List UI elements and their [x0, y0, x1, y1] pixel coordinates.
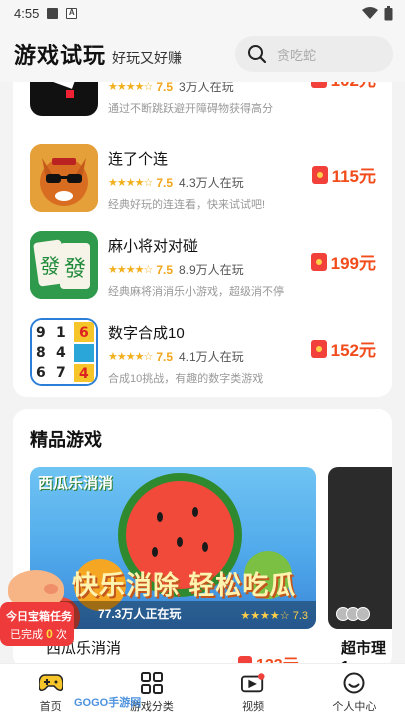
rating-stars: ★★★★☆	[108, 264, 153, 276]
svg-text:8: 8	[36, 345, 46, 361]
search-box[interactable]: 贪吃蛇	[235, 36, 393, 72]
game-meta: ★★★★☆ 7.5 4.3万人在玩	[108, 174, 244, 191]
task-title: 今日宝箱任务	[6, 611, 72, 623]
banner-player-count: 77.3万人正在玩	[98, 607, 182, 621]
reward: 152元	[310, 336, 376, 361]
reward: 102元	[310, 82, 376, 91]
svg-text:1: 1	[56, 325, 66, 341]
gamepad-icon	[38, 671, 63, 695]
reward-amount: 115元	[331, 167, 376, 186]
player-count: 4.1万人在玩	[179, 350, 244, 364]
svg-text:發: 發	[64, 257, 86, 282]
red-packet-icon	[311, 165, 328, 184]
game-description: 经典麻将消消乐小游戏，超级消不停	[108, 286, 284, 298]
game-row[interactable]: 91846764 数字合成10 ★★★★☆ 7.5 4.1万人在玩 合成10挑战…	[13, 314, 392, 386]
search-placeholder: 贪吃蛇	[277, 47, 317, 63]
game-thumbnail: 發發	[30, 231, 98, 299]
game-thumbnail: 91846764	[30, 318, 98, 386]
banner-game-title: 西瓜乐消消	[38, 475, 114, 492]
task-progress: 已完成 0 次	[10, 626, 67, 642]
game-row[interactable]: 發發 麻小将对对碰 ★★★★☆ 7.5 8.9万人在玩 经典麻将消消乐小游戏，超…	[13, 227, 392, 299]
player-avatars	[336, 607, 370, 621]
tab-label: 视频	[242, 701, 265, 713]
task-box: 今日宝箱任务 已完成 0 次	[0, 602, 74, 646]
rating-value: 7.5	[156, 262, 173, 277]
player-count: 4.3万人在玩	[179, 176, 244, 190]
game-row[interactable]: 连了个连 ★★★★☆ 7.5 4.3万人在玩 经典好玩的连连看，快来试试吧! 1…	[13, 140, 392, 212]
task-progress-suffix: 次	[55, 629, 67, 641]
game-meta: ★★★★☆ 7.5 4.1万人在玩	[108, 348, 244, 365]
red-packet-icon	[310, 252, 327, 271]
banner-headline: 快乐消除 轻松吃瓜	[72, 570, 297, 600]
battery-icon	[384, 5, 393, 20]
tab-label: 个人中心	[332, 701, 377, 713]
status-time: 4:55	[14, 5, 40, 21]
game-thumbnail	[30, 82, 98, 116]
task-progress-prefix: 已完成	[10, 629, 43, 641]
video-icon	[241, 671, 265, 695]
rating-stars: ★★★★☆	[108, 82, 153, 93]
rating-value: 7.5	[156, 175, 173, 190]
task-progress-count: 0	[46, 627, 53, 641]
slogan: 好玩又好赚	[112, 50, 183, 66]
reward: 115元	[311, 162, 376, 187]
wifi-icon	[362, 7, 378, 19]
page-title: 游戏试玩	[14, 43, 107, 68]
tab-profile[interactable]: 个人中心	[304, 664, 405, 721]
watermark-logo: GOGO手游网	[74, 697, 142, 709]
svg-text:4: 4	[56, 345, 66, 361]
smile-icon	[342, 671, 366, 695]
game-meta: ★★★★☆ 7.5 3万人在玩	[108, 82, 234, 95]
tab-categories[interactable]: 游戏分类	[101, 664, 202, 721]
red-packet-icon	[310, 82, 327, 88]
player-count: 3万人在玩	[179, 82, 234, 94]
rating-value: 7.5	[156, 82, 173, 94]
bottom-tab-bar: 首页 游戏分类 视频 个人中心	[0, 663, 405, 721]
daily-chest-task-float[interactable]: 今日宝箱任务 已完成 0 次	[0, 570, 74, 646]
featured-game-banner-2[interactable]	[328, 467, 392, 629]
svg-text:6: 6	[79, 325, 89, 341]
game-name: 连了个连	[108, 151, 169, 168]
red-packet-icon	[310, 339, 327, 358]
notification-icon	[47, 7, 59, 19]
rating-stars: ★★★★☆	[108, 351, 153, 363]
reward-amount: 152元	[330, 341, 376, 360]
svg-text:9: 9	[36, 325, 46, 341]
svg-text:4: 4	[79, 366, 89, 382]
banner-rating: ★★★★☆ 7.3	[240, 609, 308, 622]
game-name: 麻小将对对碰	[108, 238, 199, 255]
reward-amount: 102元	[331, 82, 376, 91]
game-list-card: ★★★★☆ 7.5 3万人在玩 通过不断跳跃避开障碍物获得高分 102元 连了个…	[13, 82, 392, 397]
game-thumbnail	[30, 144, 98, 212]
reward: 199元	[310, 249, 376, 274]
status-bar: 4:55 A	[0, 0, 405, 26]
tab-video[interactable]: 视频	[203, 664, 304, 721]
game-meta: ★★★★☆ 7.5 8.9万人在玩	[108, 261, 244, 278]
rating-value: 7.3	[292, 610, 308, 622]
player-count: 8.9万人在玩	[179, 263, 244, 277]
rating-stars: ★★★★☆	[108, 177, 153, 189]
game-description: 合成10挑战，有趣的数字类游戏	[108, 373, 264, 385]
game-description: 通过不断跳跃避开障碍物获得高分	[108, 103, 273, 115]
rating-value: 7.5	[156, 349, 173, 364]
tab-label: 首页	[39, 701, 62, 713]
game-row[interactable]: ★★★★☆ 7.5 3万人在玩 通过不断跳跃避开障碍物获得高分 102元	[13, 82, 392, 116]
svg-text:6: 6	[36, 365, 46, 381]
grid-icon	[140, 671, 164, 695]
reward-amount: 199元	[330, 254, 376, 273]
game-name: 数字合成10	[108, 325, 185, 342]
search-icon	[248, 45, 267, 64]
app-notification-icon: A	[66, 7, 78, 19]
section-title: 精品游戏	[30, 430, 102, 450]
tab-home[interactable]: 首页	[0, 664, 101, 721]
header: 游戏试玩 好玩又好赚 贪吃蛇	[0, 26, 405, 82]
rating-stars: ★★★★☆	[240, 610, 293, 622]
svg-text:發: 發	[40, 254, 60, 278]
game-description: 经典好玩的连连看，快来试试吧!	[108, 199, 266, 211]
svg-text:7: 7	[56, 365, 66, 381]
